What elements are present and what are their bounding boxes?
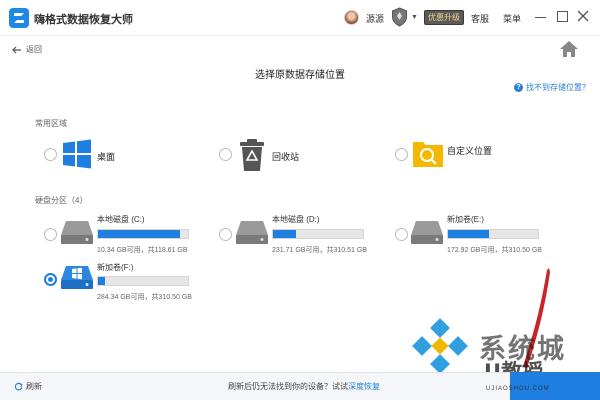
drive-d-capacity: 231.71 GB可用，共310.51 GB	[272, 247, 367, 254]
desktop-label[interactable]: 桌面	[97, 150, 115, 163]
home-icon[interactable]	[559, 40, 579, 58]
drive-c-capacity: 10.34 GB可用，共118.61 GB	[97, 247, 188, 254]
drive-e-name[interactable]: 新加卷(E:)	[447, 214, 484, 225]
page-title: 选择原数据存储位置	[255, 70, 345, 81]
refresh-button[interactable]: 刷新	[14, 381, 42, 392]
radio-recycle-bin[interactable]	[219, 148, 232, 161]
maximize-icon[interactable]	[557, 11, 568, 22]
refresh-icon	[14, 382, 23, 391]
windows-drive-icon	[61, 266, 93, 289]
drive-e-usage-bar	[447, 229, 539, 239]
arrow-left-icon	[12, 46, 21, 53]
drive-f-name[interactable]: 新加卷(F:)	[97, 262, 133, 273]
help-link-label: 找不到存储位置？	[526, 83, 590, 92]
username[interactable]: 源源	[366, 12, 384, 25]
radio-desktop[interactable]	[44, 148, 57, 161]
hard-drive-icon	[411, 221, 443, 244]
drive-c-name[interactable]: 本地磁盘 (C:)	[97, 214, 145, 225]
refresh-label: 刷新	[26, 382, 42, 391]
device-not-found-text: 刷新后仍无法找到你的设备？试试	[228, 382, 348, 391]
help-link[interactable]: ? 找不到存储位置？	[514, 82, 590, 93]
question-icon: ?	[514, 83, 523, 92]
hard-drive-icon	[236, 221, 268, 244]
app-title: 嗨格式数据恢复大师	[34, 14, 133, 26]
device-not-found-message: 刷新后仍无法找到你的设备？试试深度恢复	[228, 381, 380, 392]
radio-drive-d[interactable]	[219, 228, 232, 241]
radio-drive-f[interactable]	[44, 273, 57, 286]
drive-f-capacity: 284.34 GB可用，共310.50 GB	[97, 294, 192, 301]
drive-e-usage-fill	[448, 230, 489, 238]
radio-drive-c[interactable]	[44, 228, 57, 241]
drive-d-usage-bar	[272, 229, 364, 239]
avatar[interactable]	[344, 10, 359, 25]
menu-button[interactable]: 菜单	[503, 12, 521, 25]
upgrade-button[interactable]: 优惠升级	[424, 10, 464, 25]
app-logo-icon	[9, 8, 29, 28]
radio-drive-e[interactable]	[395, 228, 408, 241]
folder-search-icon	[413, 142, 443, 167]
drive-c-usage-bar	[97, 229, 189, 239]
recycle-bin-label[interactable]: 回收站	[272, 150, 299, 163]
watermark-url: UJIAOSHOU.COM	[486, 386, 550, 392]
hard-drive-icon	[61, 221, 93, 244]
minimize-icon[interactable]	[535, 17, 546, 18]
drive-f-usage-bar	[97, 276, 189, 286]
drive-f-usage-fill	[98, 277, 106, 285]
partitions-label: 硬盘分区（4）	[35, 196, 88, 205]
drive-d-usage-fill	[273, 230, 296, 238]
radio-custom-location[interactable]	[395, 148, 408, 161]
common-areas-label: 常用区域	[35, 119, 67, 128]
close-icon[interactable]	[576, 9, 590, 23]
chevron-down-icon[interactable]: ▼	[411, 14, 418, 21]
custom-location-label[interactable]: 自定义位置	[447, 144, 492, 157]
back-label: 返回	[26, 45, 42, 54]
drive-e-capacity: 172.92 GB可用，共310.50 GB	[447, 247, 542, 254]
member-badge-icon[interactable]	[391, 7, 408, 27]
recycle-bin-icon	[240, 139, 264, 171]
title-bar: 嗨格式数据恢复大师 源源 ▼ 优惠升级 客服 菜单	[0, 0, 600, 36]
back-link[interactable]: 返回	[12, 44, 42, 55]
deep-recovery-link[interactable]: 深度恢复	[348, 382, 380, 391]
support-button[interactable]: 客服	[471, 12, 489, 25]
windows-icon	[63, 139, 91, 169]
drive-c-usage-fill	[98, 230, 180, 238]
drive-d-name[interactable]: 本地磁盘 (D:)	[272, 214, 320, 225]
